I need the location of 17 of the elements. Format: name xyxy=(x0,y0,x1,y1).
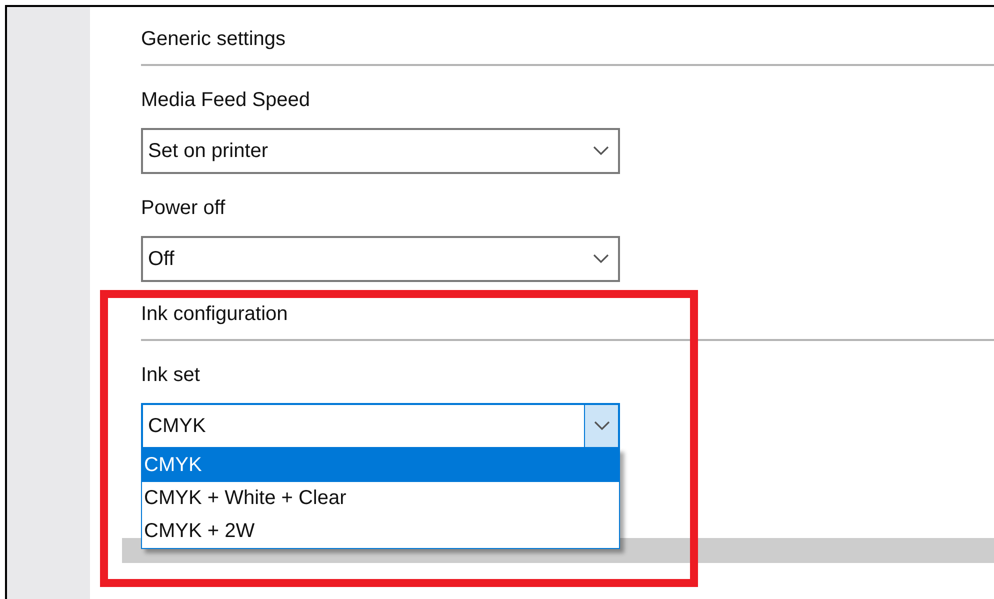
chevron-down-icon xyxy=(593,254,609,264)
dropdown-select[interactable]: CMYK xyxy=(141,403,620,449)
dropdown-select[interactable]: Off xyxy=(141,236,620,282)
chevron-down-icon xyxy=(594,421,610,431)
dropdown-select[interactable]: Set on printer xyxy=(141,128,620,174)
field-label: Media Feed Speed xyxy=(141,88,310,113)
select-value: Set on printer xyxy=(147,139,270,164)
dropdown-option[interactable]: CMYK + White + Clear xyxy=(142,482,619,515)
select-value: CMYK xyxy=(147,414,207,439)
dropdown-option[interactable]: CMYK + 2W xyxy=(142,515,619,548)
chevron-down-icon xyxy=(593,146,609,156)
field-label: Ink set xyxy=(141,363,200,388)
section-heading: Ink configuration xyxy=(141,302,288,327)
field-label: Power off xyxy=(141,196,226,221)
select-value: Off xyxy=(147,247,176,272)
dropdown-option[interactable]: CMYK xyxy=(142,449,619,482)
section-heading: Generic settings xyxy=(141,27,286,52)
